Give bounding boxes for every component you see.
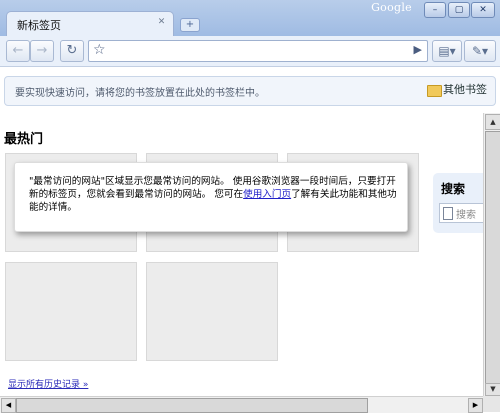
page-menu-button[interactable]: ▤▾: [432, 40, 462, 62]
most-visited-thumbnail[interactable]: [5, 262, 137, 361]
maximize-button[interactable]: ▢: [448, 2, 470, 18]
scroll-left-button[interactable]: ◀: [1, 398, 16, 413]
info-text: "最常访问的网站"区域显示您最常访问的网站。 使用谷歌浏览器一段时间后，只要打开…: [29, 175, 401, 214]
horizontal-scroll-thumb[interactable]: [16, 398, 368, 413]
forward-button[interactable]: →: [30, 40, 54, 62]
reload-button[interactable]: ↻: [60, 40, 84, 62]
bookmarks-hint: 要实现快速访问，请将您的书签放置在此处的书签栏中。: [15, 88, 265, 99]
close-window-button[interactable]: ✕: [471, 2, 495, 18]
other-bookmarks-button[interactable]: 其他书签: [425, 81, 489, 99]
bookmarks-bar: 要实现快速访问，请将您的书签放置在此处的书签栏中。 其他书签: [4, 76, 496, 106]
scroll-down-button[interactable]: ▼: [485, 383, 500, 396]
wrench-menu-button[interactable]: ✎▾: [464, 40, 496, 62]
minimize-button[interactable]: –: [424, 2, 446, 18]
getting-started-link[interactable]: 使用入门页: [243, 189, 291, 200]
scrollbar-corner: [483, 396, 500, 412]
scroll-up-button[interactable]: ▲: [485, 114, 500, 130]
vertical-scroll-thumb[interactable]: [485, 131, 500, 385]
title-bar: Google – ▢ ✕ 新标签页 ✕ +: [0, 0, 500, 37]
vertical-scrollbar[interactable]: ▲ ▼: [483, 113, 500, 396]
star-icon[interactable]: ☆: [93, 42, 106, 58]
folder-icon: [427, 85, 442, 97]
back-button[interactable]: ←: [6, 40, 30, 62]
address-bar[interactable]: ☆ ▶: [88, 40, 428, 62]
section-title: 最热门: [4, 132, 44, 147]
close-icon[interactable]: ✕: [156, 17, 167, 28]
show-history-link[interactable]: 显示所有历史记录 »: [8, 377, 88, 390]
horizontal-scrollbar[interactable]: ◀ ▶: [0, 396, 483, 413]
toolbar: ← → ↻ ☆ ▶ ▤▾ ✎▾: [0, 36, 500, 67]
go-icon[interactable]: ▶: [414, 43, 422, 56]
tab-new-tab[interactable]: 新标签页 ✕: [6, 11, 174, 37]
brand-label: Google: [371, 1, 412, 14]
most-visited-info-box: "最常访问的网站"区域显示您最常访问的网站。 使用谷歌浏览器一段时间后，只要打开…: [14, 162, 408, 232]
search-title: 搜索: [441, 182, 466, 196]
new-tab-page: 最热门 "最常访问的网站"区域显示您最常访问的网站。 使用谷歌浏览器一段时间后，…: [0, 110, 493, 396]
most-visited-thumbnail[interactable]: [146, 262, 278, 361]
other-bookmarks-label: 其他书签: [443, 83, 487, 96]
new-tab-button[interactable]: +: [180, 18, 200, 32]
search-placeholder: 搜索: [456, 210, 476, 221]
tab-title: 新标签页: [17, 19, 61, 32]
document-icon: [443, 207, 453, 220]
scroll-right-button[interactable]: ▶: [468, 398, 483, 413]
